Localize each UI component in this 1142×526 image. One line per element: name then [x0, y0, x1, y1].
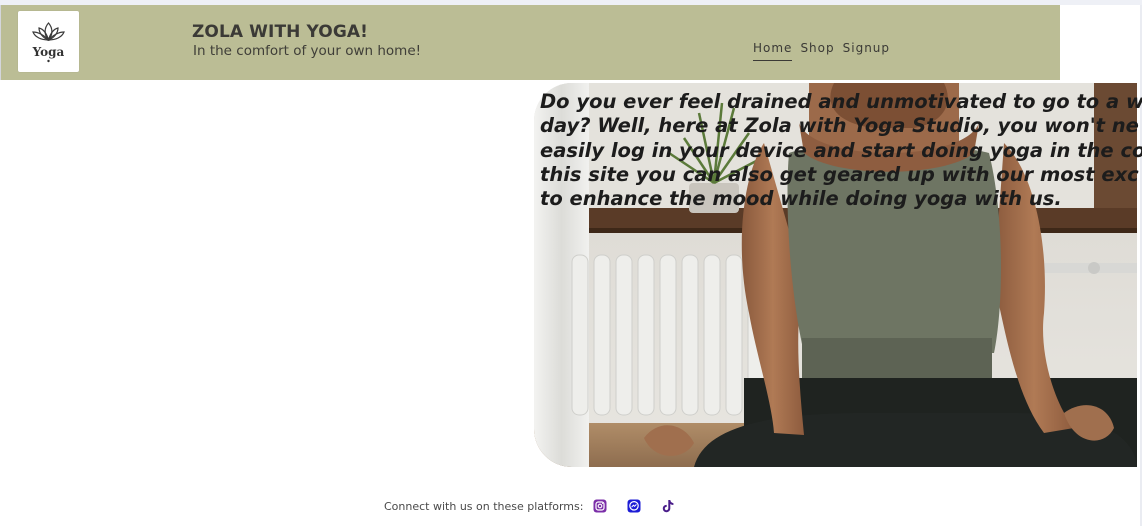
site-tagline: In the comfort of your own home! — [193, 43, 422, 59]
hero-line: Do you ever feel drained and unmotivated… — [540, 90, 1142, 113]
social-label: Connect with us on these platforms: — [384, 499, 584, 513]
nav-signup-link[interactable]: Signup — [843, 41, 890, 61]
social-footer: Connect with us on these platforms: — [384, 496, 695, 516]
site-title: ZOLA WITH YOGA! — [192, 22, 369, 42]
nav-shop-link[interactable]: Shop — [800, 41, 834, 61]
hero-description: Do you ever feel drained and unmotivated… — [540, 90, 1142, 215]
hero-line: easily log in your device and start doin… — [540, 138, 1142, 162]
nav-home-link[interactable]: Home — [753, 41, 793, 61]
instagram-icon[interactable] — [593, 499, 607, 513]
site-header: Yoga ZOLA WITH YOGA! In the comfort of y… — [0, 5, 1060, 80]
logo-text: Yoga — [32, 45, 65, 59]
logo[interactable]: Yoga — [18, 11, 79, 72]
main-nav: Home Shop Signup — [753, 41, 890, 61]
hero-line: this site you can also get geared up wit… — [540, 162, 1139, 186]
lotus-icon: Yoga — [32, 22, 65, 63]
tiktok-icon[interactable] — [661, 499, 675, 513]
messenger-icon[interactable] — [627, 499, 641, 513]
hero-line: day? Well, here at Zola with Yoga Studio… — [540, 114, 1139, 138]
hero-line: to enhance the mood while doing yoga wit… — [540, 187, 1062, 211]
